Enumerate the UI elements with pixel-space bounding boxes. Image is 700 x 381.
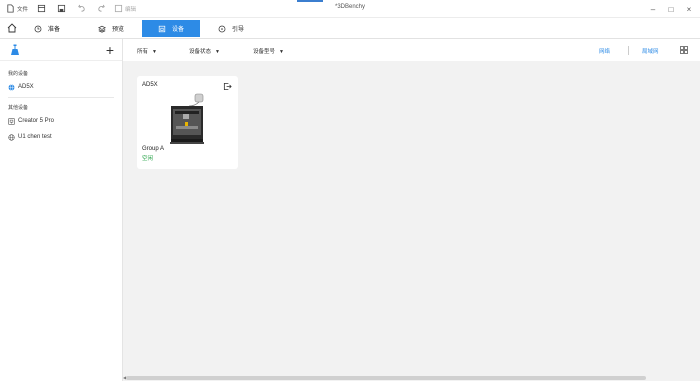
clock-icon — [34, 25, 42, 32]
close-button[interactable]: × — [682, 2, 696, 16]
undo-button[interactable] — [74, 2, 88, 16]
sidebar-divider — [8, 97, 114, 98]
tab-device-label: 设备 — [171, 27, 184, 33]
printer-brand-icon — [11, 44, 19, 55]
device-card-group: Group A — [142, 146, 165, 152]
add-device-button[interactable]: + — [106, 43, 114, 57]
file-icon — [7, 4, 14, 13]
layers-icon — [98, 25, 106, 33]
edit-menu-label: 编辑 — [125, 6, 137, 13]
device-sidebar: + 我的设备 AD5X 其他设备 Creator 5 Pro U1 chen t… — [0, 39, 123, 381]
chevron-down-icon: ▼ — [215, 49, 220, 55]
globe-icon — [8, 83, 15, 91]
horizontal-scrollbar[interactable] — [126, 376, 646, 380]
save-icon — [57, 4, 65, 13]
filter-all-label: 所有 — [137, 49, 149, 55]
tab-prepare[interactable]: 准备 — [34, 21, 60, 36]
network-icon — [8, 117, 15, 125]
open-icon — [37, 4, 45, 13]
tab-device[interactable]: 设备 — [142, 20, 200, 37]
other-devices-heading: 其他设备 — [8, 105, 29, 111]
sidebar-item-creator-5-pro[interactable]: Creator 5 Pro — [0, 114, 122, 128]
tab-preview[interactable]: 预览 — [98, 21, 124, 36]
wan-link[interactable]: 网络 — [599, 47, 610, 55]
edit-menu-button[interactable]: 编辑 — [114, 2, 136, 16]
device-card-name: AD5X — [142, 82, 158, 88]
sidebar-item-ad5x[interactable]: AD5X — [0, 80, 122, 94]
sidebar-item-label: U1 chen test — [18, 134, 52, 140]
sidebar-item-u1-chen-test[interactable]: U1 chen test — [0, 130, 122, 144]
tab-bar: 准备 预览 设备 引导 — [0, 18, 700, 39]
redo-button[interactable] — [94, 2, 108, 16]
compass-icon — [218, 25, 226, 32]
sidebar-item-label: Creator 5 Pro — [18, 118, 55, 124]
printer-image — [170, 93, 204, 144]
file-menu-button[interactable]: 文件 — [6, 2, 28, 16]
filter-model-dropdown[interactable]: 设备型号 ▼ — [253, 47, 284, 55]
my-devices-heading: 我的设备 — [8, 71, 29, 77]
edit-icon — [114, 4, 123, 13]
restore-button[interactable]: □ — [664, 2, 678, 16]
filter-model-label: 设备型号 — [253, 49, 276, 55]
title-accent-line — [297, 0, 323, 2]
device-icon — [158, 25, 166, 32]
network-separator — [628, 46, 629, 55]
exit-icon[interactable] — [223, 82, 232, 91]
filter-status-label: 设备状态 — [189, 49, 212, 55]
undo-icon — [77, 4, 85, 12]
redo-icon — [97, 4, 105, 12]
filter-status-dropdown[interactable]: 设备状态 ▼ — [189, 47, 220, 55]
save-button[interactable] — [54, 2, 68, 16]
file-menu-label: 文件 — [17, 6, 29, 13]
chevron-down-icon: ▼ — [152, 49, 157, 55]
filter-all-dropdown[interactable]: 所有 ▼ — [137, 47, 157, 55]
tab-prepare-label: 准备 — [48, 27, 61, 33]
globe-icon — [8, 133, 15, 141]
title-bar: 文件 编辑 *3DBenchy – □ × — [0, 0, 700, 18]
device-main-panel: 所有 ▼ 设备状态 ▼ 设备型号 ▼ 网络 局域网 AD5X Group A 空… — [123, 39, 700, 381]
device-card[interactable]: AD5X Group A 空闲 — [137, 76, 238, 169]
sidebar-item-label: AD5X — [18, 84, 34, 90]
tab-guide-label: 引导 — [232, 27, 245, 33]
tab-guide[interactable]: 引导 — [218, 21, 244, 36]
chevron-down-icon: ▼ — [279, 49, 284, 55]
home-icon[interactable] — [6, 22, 18, 34]
minimize-button[interactable]: – — [646, 2, 660, 16]
filter-bar: 所有 ▼ 设备状态 ▼ 设备型号 ▼ 网络 局域网 — [123, 39, 700, 61]
lan-link[interactable]: 局域网 — [642, 47, 659, 55]
tab-preview-label: 预览 — [112, 27, 125, 33]
open-button[interactable] — [34, 2, 48, 16]
grid-view-icon[interactable] — [680, 46, 688, 54]
status-badge: 空闲 — [142, 156, 154, 162]
